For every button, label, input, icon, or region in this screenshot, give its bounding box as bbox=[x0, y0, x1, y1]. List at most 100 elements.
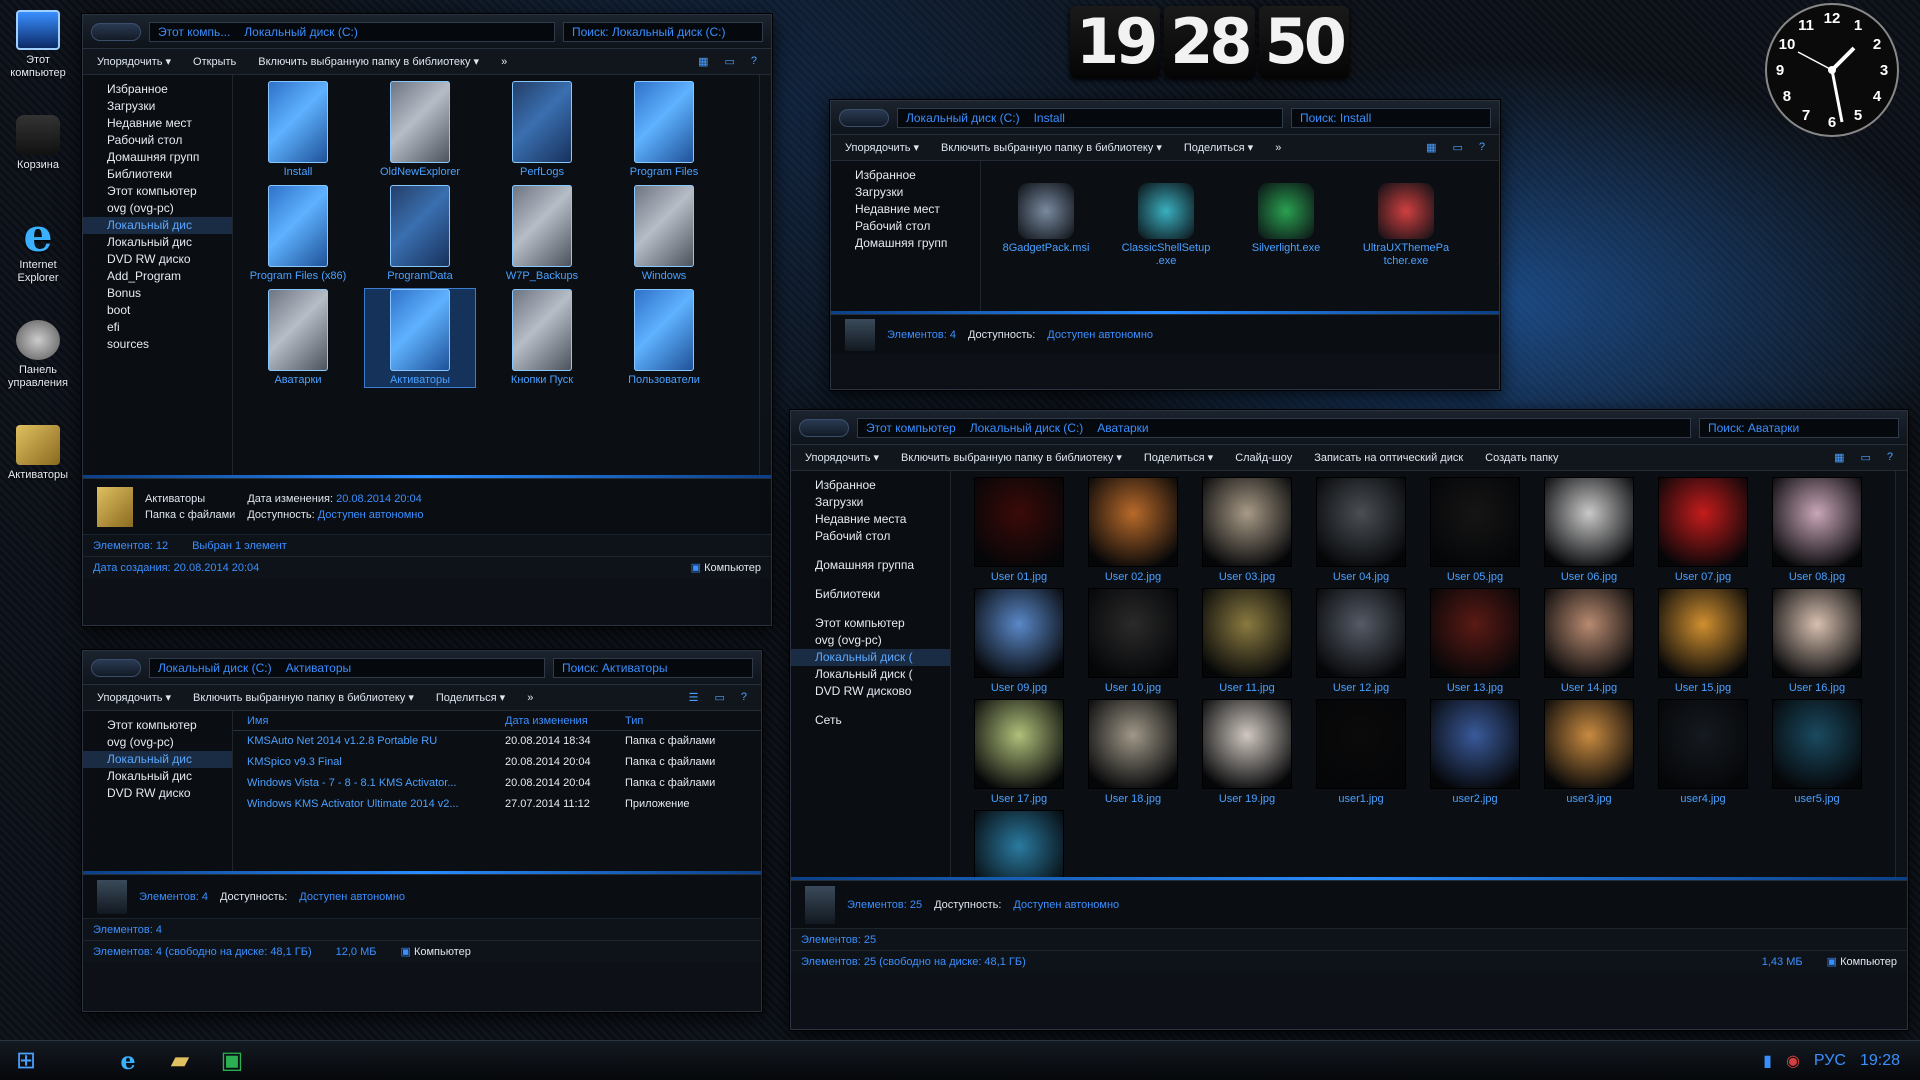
desktop-icon-computer[interactable]: Этот компьютер bbox=[4, 10, 72, 80]
include-in-library-button[interactable]: Включить выбранную папку в библиотеку ▾ bbox=[941, 141, 1162, 154]
folder-item[interactable]: Windows bbox=[609, 185, 719, 283]
image-item[interactable]: User 12.jpg bbox=[1307, 588, 1415, 695]
nav-item[interactable]: Локальный дис bbox=[83, 768, 232, 785]
navigation-pane[interactable]: Избранное Загрузки Недавние мест Рабочий ст… bbox=[831, 161, 981, 311]
address-bar[interactable]: Локальный диск (C:) Install bbox=[897, 107, 1283, 128]
nav-item[interactable]: Загрузки bbox=[791, 494, 950, 511]
folder-item[interactable]: OldNewExplorer bbox=[365, 81, 475, 179]
open-button[interactable]: Открыть bbox=[193, 56, 236, 68]
folder-item[interactable]: Активаторы bbox=[364, 288, 476, 388]
search-input[interactable]: Поиск: Install bbox=[1291, 107, 1491, 128]
nav-item[interactable]: ovg (ovg-pc) bbox=[83, 200, 232, 217]
back-forward-button[interactable] bbox=[839, 108, 889, 127]
address-bar[interactable]: Этот компьютер Локальный диск (C:) Авата… bbox=[857, 417, 1691, 438]
nav-item[interactable]: Рабочий стол bbox=[83, 132, 232, 149]
breadcrumb-item[interactable]: Локальный диск (C:) bbox=[158, 661, 272, 675]
content-pane[interactable]: Install OldNewExplorer PerfLogs Program Fil… bbox=[233, 75, 771, 475]
nav-item[interactable]: Локальный дис bbox=[83, 751, 232, 768]
more-button[interactable]: » bbox=[1275, 142, 1281, 154]
nav-item[interactable]: Этот компьютер bbox=[83, 717, 232, 734]
image-item[interactable] bbox=[965, 810, 1073, 877]
nav-item[interactable]: sources bbox=[83, 336, 232, 353]
nav-item[interactable]: Bonus bbox=[83, 285, 232, 302]
image-item[interactable]: User 17.jpg bbox=[965, 699, 1073, 806]
desktop-icon-recycle-bin[interactable]: Корзина bbox=[4, 115, 72, 172]
image-item[interactable]: User 15.jpg bbox=[1649, 588, 1757, 695]
image-item[interactable]: User 08.jpg bbox=[1763, 477, 1871, 584]
explorer-window-c-drive[interactable]: Этот компь... Локальный диск (C:) Поиск:… bbox=[82, 14, 772, 626]
image-item[interactable]: user1.jpg bbox=[1307, 699, 1415, 806]
folder-item[interactable]: Install bbox=[243, 81, 353, 179]
preview-pane-icon[interactable]: ▭ bbox=[1860, 451, 1870, 464]
image-item[interactable]: user4.jpg bbox=[1649, 699, 1757, 806]
breadcrumb-item[interactable]: Этот компьютер bbox=[866, 421, 956, 435]
nav-item[interactable]: Локальный диск ( bbox=[791, 666, 950, 683]
list-row[interactable]: Windows KMS Activator Ultimate 2014 v2..… bbox=[233, 794, 761, 815]
include-in-library-button[interactable]: Включить выбранную папку в библиотеку ▾ bbox=[258, 55, 479, 68]
explorer-window-activators[interactable]: Локальный диск (C:) Активаторы Поиск: Ак… bbox=[82, 650, 762, 1012]
back-forward-button[interactable] bbox=[799, 418, 849, 437]
back-forward-button[interactable] bbox=[91, 22, 141, 41]
image-item[interactable]: User 16.jpg bbox=[1763, 588, 1871, 695]
help-icon[interactable]: ? bbox=[741, 691, 747, 704]
navigation-pane[interactable]: Этот компьютер ovg (ovg-pc) Локальный дис Л… bbox=[83, 711, 233, 871]
nav-item[interactable]: Локальный дис bbox=[83, 217, 232, 234]
image-item[interactable]: User 02.jpg bbox=[1079, 477, 1187, 584]
nav-item[interactable]: Избранное bbox=[791, 477, 950, 494]
folder-item[interactable]: Program Files bbox=[609, 81, 719, 179]
folder-item[interactable]: Аватарки bbox=[243, 289, 353, 387]
breadcrumb-item[interactable]: Активаторы bbox=[286, 661, 352, 675]
image-item[interactable]: User 07.jpg bbox=[1649, 477, 1757, 584]
file-item[interactable]: 8GadgetPack.msi bbox=[991, 183, 1101, 268]
breadcrumb-item[interactable]: Локальный диск (C:) bbox=[906, 111, 1020, 125]
nav-item[interactable]: Рабочий стол bbox=[791, 528, 950, 545]
image-item[interactable]: User 04.jpg bbox=[1307, 477, 1415, 584]
file-item[interactable]: Silverlight.exe bbox=[1231, 183, 1341, 268]
file-item[interactable]: ClassicShellSetup .exe bbox=[1111, 183, 1221, 268]
new-folder-button[interactable]: Создать папку bbox=[1485, 452, 1558, 464]
navigation-pane[interactable]: Избранное Загрузки Недавние мест Рабочий ст… bbox=[83, 75, 233, 475]
explorer-window-install[interactable]: Локальный диск (C:) Install Поиск: Insta… bbox=[830, 100, 1500, 390]
nav-item[interactable]: Домашняя группа bbox=[791, 557, 950, 574]
list-row[interactable]: Windows Vista - 7 - 8 - 8.1 KMS Activato… bbox=[233, 773, 761, 794]
nav-item[interactable]: Локальный дис bbox=[83, 234, 232, 251]
column-date[interactable]: Дата изменения bbox=[505, 711, 625, 731]
volume-icon[interactable]: ◉ bbox=[1786, 1051, 1800, 1071]
image-item[interactable]: User 11.jpg bbox=[1193, 588, 1301, 695]
nav-item[interactable]: boot bbox=[83, 302, 232, 319]
help-icon[interactable]: ? bbox=[1887, 451, 1893, 464]
image-item[interactable]: User 10.jpg bbox=[1079, 588, 1187, 695]
nav-item[interactable]: Загрузки bbox=[83, 98, 232, 115]
image-item[interactable]: user2.jpg bbox=[1421, 699, 1529, 806]
share-button[interactable]: Поделиться ▾ bbox=[1144, 451, 1213, 464]
column-type[interactable]: Тип bbox=[625, 711, 745, 731]
organize-button[interactable]: Упорядочить ▾ bbox=[97, 691, 171, 704]
nav-item[interactable]: Недавние места bbox=[791, 511, 950, 528]
preview-pane-icon[interactable]: ▭ bbox=[1452, 141, 1462, 154]
more-button[interactable]: » bbox=[527, 692, 533, 704]
tray-clock[interactable]: 19:28 bbox=[1860, 1052, 1900, 1070]
image-item[interactable]: User 13.jpg bbox=[1421, 588, 1529, 695]
breadcrumb-item[interactable]: Аватарки bbox=[1097, 421, 1148, 435]
content-pane[interactable]: User 01.jpg User 02.jpg User 03.jpg User 04… bbox=[951, 471, 1907, 877]
taskbar-ie[interactable]: e bbox=[102, 1043, 154, 1079]
view-icon[interactable]: ▦ bbox=[1834, 451, 1844, 464]
list-row[interactable]: KMSpico v9.3 Final 20.08.2014 20:04 Папка … bbox=[233, 752, 761, 773]
nav-item[interactable]: efi bbox=[83, 319, 232, 336]
nav-item[interactable]: DVD RW диско bbox=[83, 251, 232, 268]
nav-item[interactable]: Библиотеки bbox=[791, 586, 950, 603]
more-button[interactable]: » bbox=[501, 56, 507, 68]
nav-item[interactable]: Домашняя групп bbox=[83, 149, 232, 166]
nav-item[interactable]: Сеть bbox=[791, 712, 950, 729]
folder-item[interactable]: Кнопки Пуск bbox=[487, 289, 597, 387]
image-item[interactable]: User 05.jpg bbox=[1421, 477, 1529, 584]
include-in-library-button[interactable]: Включить выбранную папку в библиотеку ▾ bbox=[193, 691, 414, 704]
scrollbar[interactable] bbox=[759, 75, 771, 475]
organize-button[interactable]: Упорядочить ▾ bbox=[97, 55, 171, 68]
image-item[interactable]: User 14.jpg bbox=[1535, 588, 1643, 695]
search-input[interactable]: Поиск: Локальный диск (C:) bbox=[563, 21, 763, 42]
address-bar[interactable]: Локальный диск (C:) Активаторы bbox=[149, 657, 545, 678]
scrollbar[interactable] bbox=[1895, 471, 1907, 877]
desktop-icon-control-panel[interactable]: Панель управления bbox=[4, 320, 72, 390]
nav-item[interactable]: ovg (ovg-pc) bbox=[791, 632, 950, 649]
